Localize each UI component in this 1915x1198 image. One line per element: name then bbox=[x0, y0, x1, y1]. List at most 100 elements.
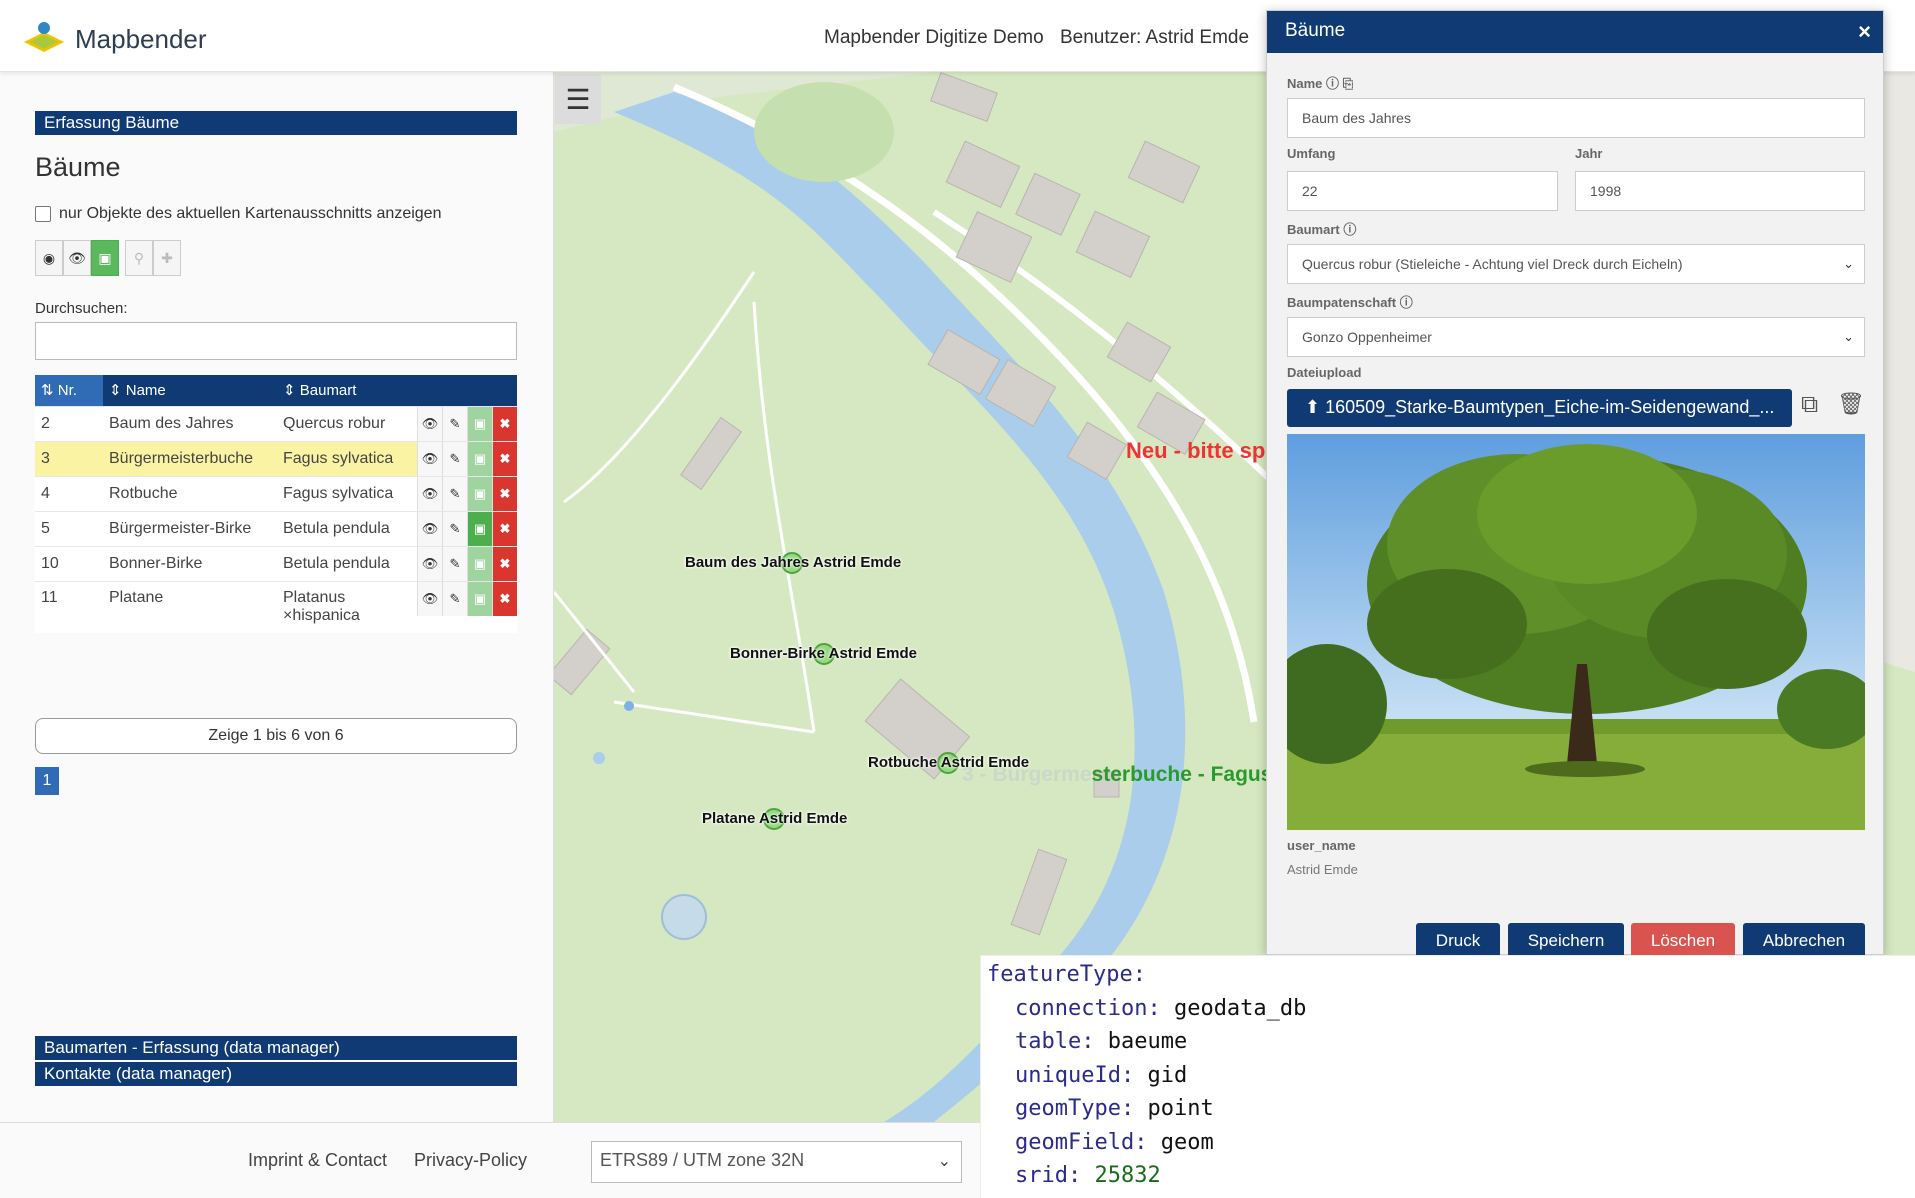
edit-icon[interactable]: ✎ bbox=[442, 546, 467, 581]
column-header-nr[interactable]: ⇅ Nr. bbox=[35, 375, 103, 406]
patenschaft-label: Baumpatenschaft ⓘ bbox=[1287, 292, 1413, 311]
save-icon[interactable]: ▣ bbox=[467, 546, 492, 581]
patenschaft-select-value: Gonzo Oppenheimer bbox=[1302, 329, 1432, 345]
edit-icon[interactable]: ✎ bbox=[442, 476, 467, 511]
sort-icon: ⇕ bbox=[109, 382, 126, 400]
draw-point-button[interactable]: ✚ bbox=[153, 240, 181, 276]
application-name: Mapbender Digitize Demo bbox=[824, 27, 1044, 48]
yaml-value: point bbox=[1147, 1096, 1214, 1121]
trash-icon[interactable]: 🗑 bbox=[1837, 391, 1865, 417]
cell-baumart: Betula pendula bbox=[277, 545, 417, 581]
column-label: Baumart bbox=[299, 382, 357, 400]
yaml-key: srid: bbox=[1015, 1163, 1082, 1188]
delete-icon[interactable]: ✖ bbox=[492, 581, 517, 616]
eye-icon[interactable]: 👁 bbox=[417, 406, 442, 441]
hide-all-button[interactable]: ◉ bbox=[35, 240, 63, 276]
save-all-button[interactable]: ▣ bbox=[91, 240, 119, 276]
cell-baumart: Fagus sylvatica bbox=[277, 440, 417, 476]
row-actions: 👁 ✎ ▣ ✖ bbox=[417, 580, 517, 633]
cell-nr: 3 bbox=[35, 440, 103, 476]
delete-icon[interactable]: ✖ bbox=[492, 441, 517, 476]
info-icon: ⓘ bbox=[1343, 222, 1357, 237]
cell-name: Bürgermeister-Birke bbox=[103, 510, 277, 546]
yaml-key: table: bbox=[1015, 1029, 1095, 1054]
map-menu-button[interactable]: ☰ bbox=[555, 74, 601, 124]
dialog-header: Bäume × bbox=[1267, 11, 1883, 53]
delete-icon[interactable]: ✖ bbox=[492, 406, 517, 441]
filter-checkbox[interactable] bbox=[35, 206, 51, 222]
row-actions: 👁 ✎ ▣ ✖ bbox=[417, 510, 517, 546]
tree-table: ⇅ Nr. ⇕ Name ⇕ Baumart 2 Baum des Jahres… bbox=[35, 375, 517, 633]
column-label: Nr. bbox=[57, 382, 77, 400]
dialog-title: Bäume bbox=[1285, 20, 1346, 41]
eye-icon[interactable]: 👁 bbox=[417, 511, 442, 546]
eye-icon[interactable]: 👁 bbox=[417, 476, 442, 511]
chevron-down-icon: ⌄ bbox=[1843, 329, 1854, 344]
print-button[interactable]: Druck bbox=[1416, 923, 1500, 959]
save-icon[interactable]: ▣ bbox=[467, 581, 492, 616]
feature-edit-dialog: Bäume × Name ⓘ ⎘ Baum des Jahres Umfang … bbox=[1266, 10, 1884, 959]
yaml-key: geomType: bbox=[1015, 1096, 1135, 1121]
column-header-name[interactable]: ⇕ Name bbox=[103, 375, 277, 406]
yaml-line: geomField: geom bbox=[987, 1126, 1909, 1160]
map-feature-label: Platane Astrid Emde bbox=[702, 810, 848, 827]
edit-icon[interactable]: ✎ bbox=[442, 441, 467, 476]
map-feature-label: Rotbuche Astrid Emde bbox=[868, 754, 1030, 771]
table-row[interactable]: 11 Platane Platanus ×hispanica 👁 ✎ ▣ ✖ bbox=[35, 580, 517, 633]
app-title: Mapbender bbox=[75, 24, 207, 54]
jahr-field[interactable]: 1998 bbox=[1575, 171, 1865, 211]
baumart-select[interactable]: Quercus robur (Stieleiche - Achtung viel… bbox=[1287, 244, 1865, 284]
save-icon[interactable]: ▣ bbox=[467, 441, 492, 476]
srs-select[interactable]: ETRS89 / UTM zone 32N ⌄ bbox=[591, 1141, 962, 1183]
table-row[interactable]: 5 Bürgermeister-Birke Betula pendula 👁 ✎ ▣… bbox=[35, 510, 517, 546]
info-icon: ⓘ bbox=[1399, 295, 1413, 310]
yaml-line: srid: 25832 bbox=[987, 1159, 1909, 1193]
save-icon[interactable]: ▣ bbox=[467, 476, 492, 511]
file-upload-button[interactable]: ⬆ 160509_Starke-Baumtypen_Eiche-im-Seide… bbox=[1287, 389, 1792, 427]
delete-button[interactable]: Löschen bbox=[1631, 923, 1735, 959]
sort-icon: ⇕ bbox=[283, 382, 300, 400]
edit-icon[interactable]: ✎ bbox=[442, 511, 467, 546]
search-input[interactable] bbox=[35, 322, 517, 360]
search-label: Durchsuchen: bbox=[35, 300, 128, 317]
edit-icon[interactable]: ✎ bbox=[442, 406, 467, 441]
copy-icon[interactable]: ⎘ bbox=[1343, 76, 1353, 91]
delete-icon[interactable]: ✖ bbox=[492, 546, 517, 581]
delete-icon[interactable]: ✖ bbox=[492, 511, 517, 546]
close-icon[interactable]: × bbox=[1858, 19, 1871, 45]
cell-name: Rotbuche bbox=[103, 475, 277, 511]
accordion-kontakte[interactable]: Kontakte (data manager) bbox=[35, 1062, 517, 1086]
eye-icon[interactable]: 👁 bbox=[417, 581, 442, 616]
patenschaft-select[interactable]: Gonzo Oppenheimer ⌄ bbox=[1287, 317, 1865, 357]
table-row[interactable]: 3 Bürgermeisterbuche Fagus sylvatica 👁 ✎ ▣… bbox=[35, 440, 517, 476]
link-tool-button[interactable]: ⚲ bbox=[125, 240, 153, 276]
privacy-link[interactable]: Privacy-Policy bbox=[414, 1150, 527, 1171]
column-header-baumart[interactable]: ⇕ Baumart bbox=[277, 375, 517, 406]
page-button[interactable]: 1 bbox=[35, 767, 59, 795]
yaml-line: geomType: point bbox=[987, 1092, 1909, 1126]
save-icon[interactable]: ▣ bbox=[467, 406, 492, 441]
yaml-key: uniqueId: bbox=[1015, 1062, 1135, 1088]
yaml-key: geomField: bbox=[1015, 1129, 1148, 1155]
table-row[interactable]: 4 Rotbuche Fagus sylvatica 👁 ✎ ▣ ✖ bbox=[35, 475, 517, 511]
sidebar-title: Bäume bbox=[35, 152, 121, 182]
save-icon[interactable]: ▣ bbox=[467, 511, 492, 546]
filter-current-extent[interactable]: nur Objekte des aktuellen Kartenausschni… bbox=[35, 205, 441, 223]
cancel-button[interactable]: Abbrechen bbox=[1743, 923, 1865, 959]
yaml-line: connection: geodata_db bbox=[987, 992, 1909, 1026]
accordion-baumarten[interactable]: Baumarten - Erfassung (data manager) bbox=[35, 1036, 517, 1060]
external-link-icon[interactable]: ⧉ bbox=[1801, 391, 1818, 419]
yaml-value: 25832 bbox=[1094, 1163, 1161, 1188]
table-row[interactable]: 10 Bonner-Birke Betula pendula 👁 ✎ ▣ ✖ bbox=[35, 545, 517, 581]
eye-icon[interactable]: 👁 bbox=[417, 546, 442, 581]
delete-icon[interactable]: ✖ bbox=[492, 476, 517, 511]
name-field[interactable]: Baum des Jahres bbox=[1287, 98, 1865, 138]
accordion-erfassung-baeume[interactable]: Erfassung Bäume bbox=[35, 111, 517, 135]
save-button[interactable]: Speichern bbox=[1508, 923, 1624, 959]
umfang-field[interactable]: 22 bbox=[1287, 171, 1558, 211]
imprint-link[interactable]: Imprint & Contact bbox=[248, 1150, 387, 1171]
table-row[interactable]: 2 Baum des Jahres Quercus robur 👁 ✎ ▣ ✖ bbox=[35, 405, 517, 441]
eye-icon[interactable]: 👁 bbox=[417, 441, 442, 476]
edit-icon[interactable]: ✎ bbox=[442, 581, 467, 616]
show-all-button[interactable]: 👁 bbox=[63, 240, 91, 276]
